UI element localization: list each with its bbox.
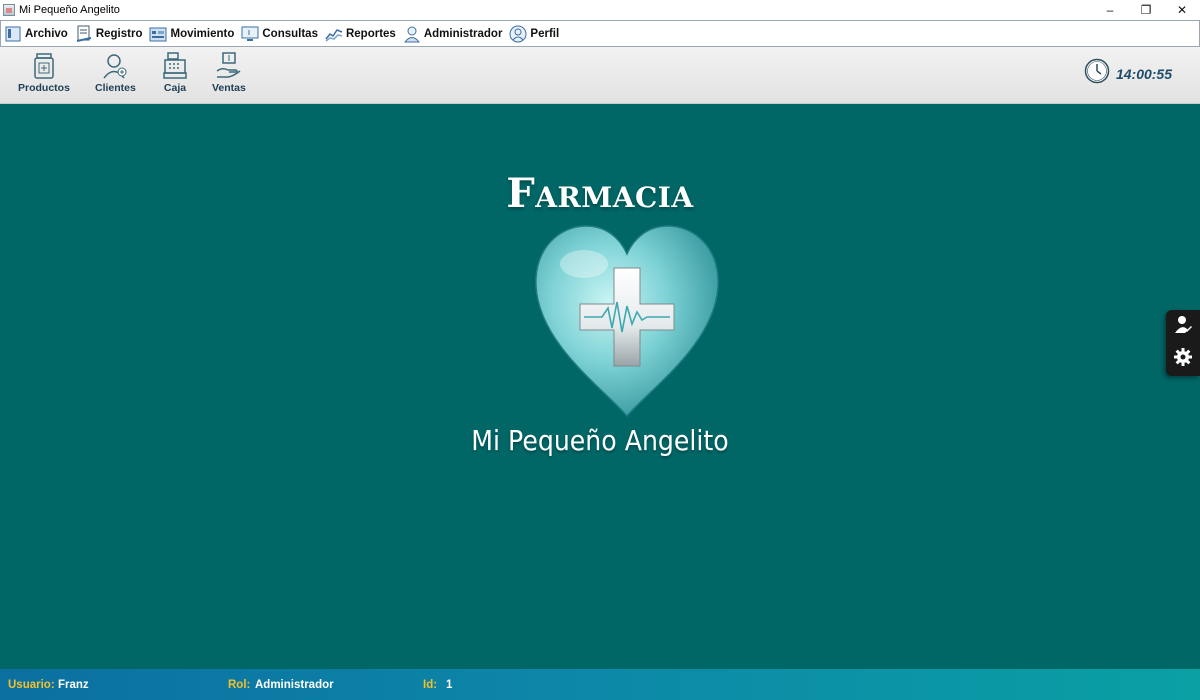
menu-bar: Archivo Registro Movimiento Consultas Re… [0,20,1200,47]
products-icon [31,51,57,81]
close-button[interactable]: ✕ [1164,0,1200,19]
user-icon [403,25,421,43]
title-bar: Mi Pequeño Angelito – ❐ ✕ [0,0,1200,19]
toolbar-productos-button[interactable]: Productos [18,51,70,94]
menu-label: Registro [95,27,143,40]
role-value: Administrador [255,678,334,691]
cash-register-icon [162,51,188,81]
status-bar: Usuario: Franz Rol: Administrador Id: 1 [0,669,1200,700]
gear-icon[interactable] [1173,347,1193,372]
menu-archivo[interactable]: Archivo [1,22,72,45]
toolbar-caja-button[interactable]: Caja [162,51,188,94]
archive-icon [4,25,22,43]
toolbar-ventas-button[interactable]: Ventas [212,51,246,94]
menu-label: Administrador [423,27,503,40]
main-area: Farmacia Mi Pequeño Angelito [0,104,1200,669]
tool-label: Ventas [212,82,246,94]
clients-icon [102,51,128,81]
user-value: Franz [58,678,89,691]
movement-icon [149,25,167,43]
user-label: Usuario: [8,678,55,691]
menu-label: Consultas [262,27,318,40]
logo-title: Farmacia [506,170,694,217]
minimize-button[interactable]: – [1092,0,1128,19]
restore-button[interactable]: ❐ [1128,0,1164,19]
id-label: Id: [423,678,438,691]
profile-icon [509,25,527,43]
menu-movimiento[interactable]: Movimiento [146,22,238,45]
window-controls: – ❐ ✕ [1092,0,1200,19]
id-value: 1 [446,678,453,691]
window-title: Mi Pequeño Angelito [19,3,120,16]
app-icon [3,3,15,16]
tool-label: Clientes [95,82,136,94]
menu-consultas[interactable]: Consultas [238,22,322,45]
clock-time: 14:00:55 [1115,65,1172,82]
chart-icon [325,25,343,43]
sales-icon [216,51,242,81]
tool-label: Productos [18,82,70,94]
tool-label: Caja [163,82,187,94]
menu-registro[interactable]: Registro [72,22,147,45]
register-icon [75,25,93,43]
monitor-icon [241,25,259,43]
menu-label: Reportes [345,27,396,40]
user-edit-icon[interactable] [1173,314,1193,339]
menu-reportes[interactable]: Reportes [322,22,400,45]
menu-label: Perfil [530,27,560,40]
menu-perfil[interactable]: Perfil [506,22,563,45]
toolbar-clientes-button[interactable]: Clientes [95,51,136,94]
heart-cross-logo [535,225,719,418]
toolbar: Productos Clientes Caja Ventas 14:00:55 [0,47,1200,104]
clock-icon [1084,58,1110,89]
role-label: Rol: [228,678,251,691]
menu-administrador[interactable]: Administrador [400,22,507,45]
side-tab [1166,310,1200,376]
clock: 14:00:55 [1084,58,1172,89]
logo-subtitle: Mi Pequeño Angelito [471,424,729,457]
menu-label: Movimiento [170,27,235,40]
menu-label: Archivo [25,27,68,40]
